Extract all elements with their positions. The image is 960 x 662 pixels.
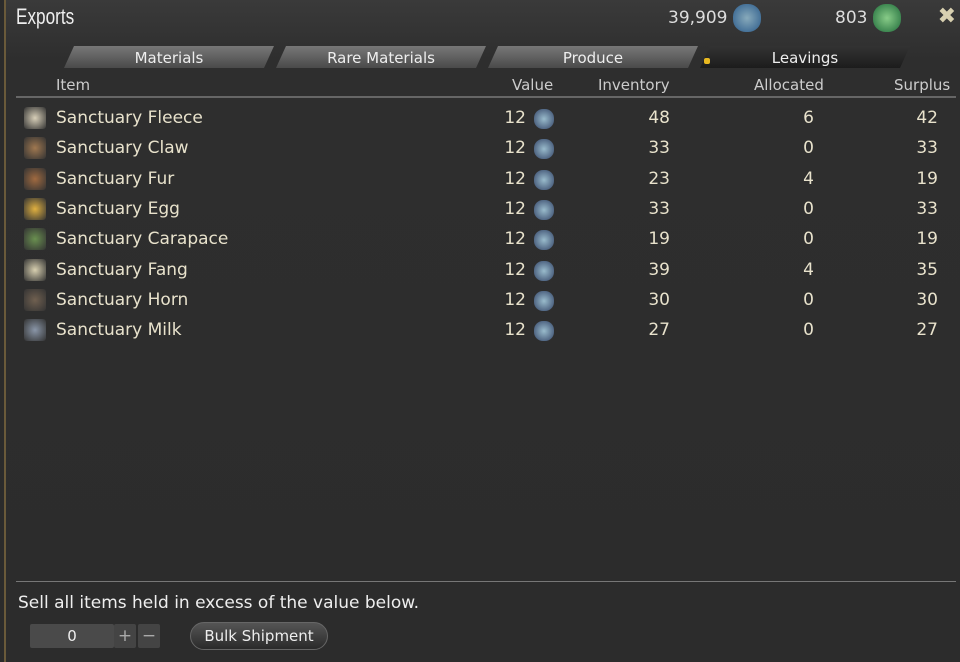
item-allocated: 0 [803, 138, 814, 159]
seal-icon [534, 321, 554, 342]
col-allocated: Allocated [754, 76, 824, 94]
table-row[interactable]: Sanctuary Horn 12 30 0 30 [20, 286, 938, 316]
currency-seals: 39,909 [668, 4, 762, 32]
col-surplus: Surplus [894, 76, 951, 94]
item-surplus: 30 [916, 289, 938, 310]
item-allocated: 6 [803, 108, 814, 128]
seal-icon [534, 139, 554, 160]
table-row[interactable]: Sanctuary Fleece 12 48 6 42 [20, 104, 938, 134]
item-value: 12 [504, 320, 526, 341]
increment-button[interactable]: + [114, 624, 136, 648]
item-value: 12 [504, 108, 526, 128]
close-icon[interactable]: ✖ [938, 4, 956, 29]
seals-count: 39,909 [668, 8, 728, 28]
exports-window: Exports 39,909 803 ✖ Materials Rare Mate… [4, 0, 960, 662]
table-row[interactable]: Sanctuary Fur 12 23 4 19 [20, 165, 938, 195]
item-inventory: 30 [648, 289, 670, 310]
item-name: Sanctuary Carapace [56, 229, 229, 250]
seal-icon [534, 290, 554, 311]
item-icon [24, 107, 46, 129]
tab-rare-materials[interactable]: Rare Materials [276, 46, 486, 68]
item-name: Sanctuary Egg [56, 198, 180, 219]
item-allocated: 0 [803, 229, 814, 250]
item-inventory: 48 [648, 108, 670, 128]
col-inventory: Inventory [598, 76, 670, 94]
tab-bar: Materials Rare Materials Produce Leaving… [64, 46, 912, 68]
item-surplus: 33 [916, 198, 938, 219]
item-surplus: 19 [916, 168, 938, 189]
currency-green: 803 [835, 4, 902, 32]
header-divider [16, 96, 956, 98]
item-name: Sanctuary Fleece [56, 108, 203, 128]
item-name: Sanctuary Claw [56, 138, 189, 159]
item-inventory: 19 [648, 229, 670, 250]
item-allocated: 0 [803, 320, 814, 341]
item-icon [24, 288, 46, 311]
col-value: Value [512, 76, 554, 94]
table-row[interactable]: Sanctuary Fang 12 39 4 35 [20, 256, 938, 286]
tab-materials[interactable]: Materials [64, 46, 274, 68]
item-value: 12 [504, 229, 526, 250]
seal-icon [534, 199, 554, 220]
table-row[interactable]: Sanctuary Milk 12 27 0 27 [20, 316, 938, 346]
item-allocated: 0 [803, 198, 814, 219]
green-seal-icon [873, 4, 902, 32]
item-value: 12 [504, 259, 526, 280]
item-allocated: 4 [803, 259, 814, 280]
table-row[interactable]: Sanctuary Carapace 12 19 0 19 [20, 225, 938, 255]
item-icon [24, 228, 46, 251]
window-title: Exports [16, 4, 75, 29]
item-inventory: 23 [648, 168, 670, 189]
item-icon [24, 167, 46, 190]
item-surplus: 35 [916, 259, 938, 280]
item-inventory: 33 [648, 198, 670, 219]
item-icon [24, 197, 46, 220]
item-value: 12 [504, 168, 526, 189]
green-count: 803 [835, 8, 868, 28]
tab-leavings[interactable]: Leavings [700, 46, 910, 68]
table-row[interactable]: Sanctuary Claw 12 33 0 33 [20, 134, 938, 164]
item-value: 12 [504, 138, 526, 159]
col-item: Item [56, 76, 91, 94]
footer-divider [16, 581, 956, 582]
item-surplus: 27 [916, 320, 938, 341]
item-surplus: 19 [916, 229, 938, 250]
instruction-text: Sell all items held in excess of the val… [18, 593, 419, 613]
item-value: 12 [504, 198, 526, 219]
item-name: Sanctuary Fang [56, 259, 188, 280]
item-value: 12 [504, 289, 526, 310]
item-surplus: 33 [916, 138, 938, 159]
tab-produce[interactable]: Produce [488, 46, 698, 68]
decrement-button[interactable]: − [138, 624, 160, 648]
item-name: Sanctuary Horn [56, 289, 189, 310]
seal-icon [534, 260, 554, 281]
item-inventory: 39 [648, 259, 670, 280]
seal-icon [534, 109, 554, 129]
item-icon [24, 137, 46, 160]
item-icon [24, 319, 46, 342]
seal-icon [534, 169, 554, 190]
item-allocated: 0 [803, 289, 814, 310]
item-inventory: 27 [648, 320, 670, 341]
seal-icon [534, 230, 554, 251]
item-name: Sanctuary Milk [56, 320, 182, 341]
table-row[interactable]: Sanctuary Egg 12 33 0 33 [20, 195, 938, 225]
item-icon [24, 258, 46, 281]
bulk-shipment-button[interactable]: Bulk Shipment [190, 622, 328, 650]
item-inventory: 33 [648, 138, 670, 159]
item-allocated: 4 [803, 168, 814, 189]
item-name: Sanctuary Fur [56, 168, 175, 189]
blue-seal-icon [733, 4, 762, 32]
item-surplus: 42 [916, 108, 938, 128]
quantity-input[interactable]: 0 [30, 624, 114, 648]
